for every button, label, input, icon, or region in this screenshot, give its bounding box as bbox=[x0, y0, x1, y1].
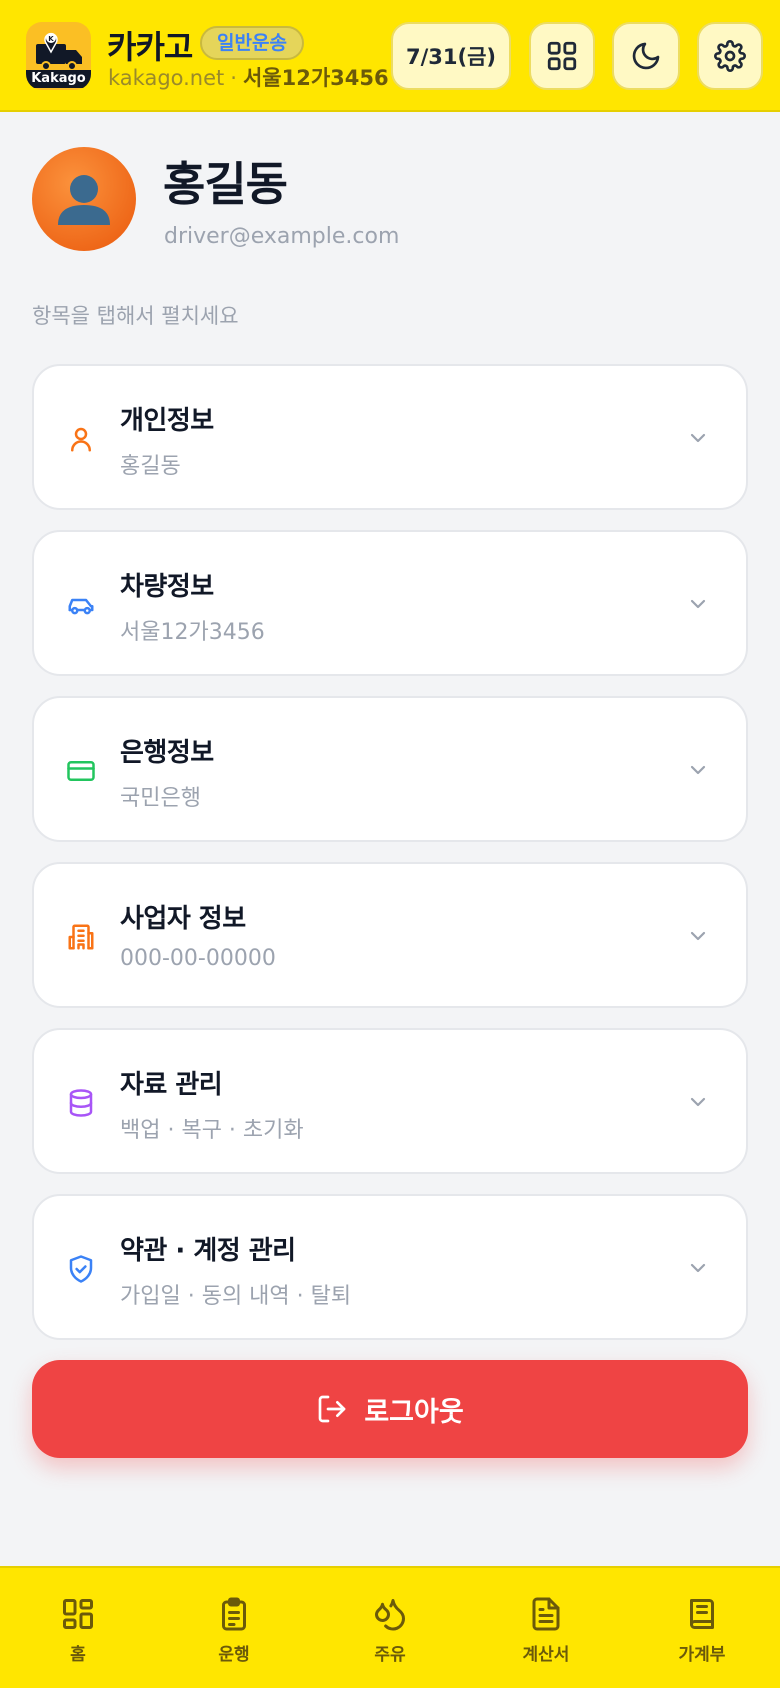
nav-home[interactable]: 홈 bbox=[0, 1568, 156, 1688]
card-bank-info[interactable]: 은행정보 국민은행 bbox=[32, 696, 748, 842]
plate-number: 서울12가3456 bbox=[242, 66, 389, 90]
card-title: 차량정보 bbox=[120, 572, 214, 602]
nav-ledger[interactable]: 가계부 bbox=[624, 1568, 780, 1688]
card-subtitle: 서울12가3456 bbox=[120, 620, 265, 645]
chevron-down-icon bbox=[690, 765, 706, 775]
card-title: 개인정보 bbox=[120, 406, 214, 436]
nav-label: 주유 bbox=[374, 1645, 406, 1665]
card-terms-account[interactable]: 약관 · 계정 관리 가입일 · 동의 내역 · 탈퇴 bbox=[32, 1194, 748, 1340]
nav-label: 가계부 bbox=[678, 1645, 726, 1665]
card-title: 은행정보 bbox=[120, 738, 214, 768]
logout-icon bbox=[318, 1395, 346, 1423]
avatar[interactable] bbox=[32, 147, 136, 251]
chevron-down-icon bbox=[690, 1263, 706, 1273]
app-header: K Kakago 카카고 일반운송 kakago.net · 서울12가3456 7… bbox=[0, 0, 780, 112]
card-subtitle: 000-00-00000 bbox=[120, 946, 276, 971]
file-text-icon bbox=[532, 1597, 560, 1631]
nav-label: 운행 bbox=[218, 1645, 250, 1665]
clipboard-icon bbox=[222, 1597, 246, 1631]
nav-label: 계산서 bbox=[522, 1645, 570, 1665]
droplets-icon bbox=[375, 1599, 405, 1631]
bottom-nav: 홈 운행 주유 계산서 가계부 bbox=[0, 1566, 780, 1688]
grid-icon bbox=[547, 41, 577, 71]
nav-fuel[interactable]: 주유 bbox=[312, 1568, 468, 1688]
profile-name: 홍길동 bbox=[163, 157, 288, 211]
header-subline: kakago.net · 서울12가3456 bbox=[108, 62, 389, 92]
moon-icon bbox=[632, 42, 660, 70]
app-logo[interactable]: K Kakago bbox=[26, 22, 91, 90]
card-vehicle-info[interactable]: 차량정보 서울12가3456 bbox=[32, 530, 748, 676]
credit-card-icon bbox=[67, 761, 95, 781]
service-type-badge: 일반운송 bbox=[200, 26, 304, 60]
card-business-info[interactable]: 사업자 정보 000-00-00000 bbox=[32, 862, 748, 1008]
database-icon bbox=[69, 1089, 93, 1117]
building-icon bbox=[68, 924, 94, 950]
dashboard-icon bbox=[63, 1599, 93, 1629]
card-subtitle: 홍길동 bbox=[120, 454, 181, 479]
person-icon bbox=[71, 427, 91, 452]
card-subtitle: 국민은행 bbox=[120, 786, 201, 811]
logout-button[interactable]: 로그아웃 bbox=[32, 1360, 748, 1458]
separator-dot: · bbox=[230, 66, 237, 90]
car-icon bbox=[68, 598, 94, 615]
expand-hint: 항목을 탭해서 펼치세요 bbox=[32, 304, 239, 328]
user-silhouette-icon bbox=[58, 175, 110, 225]
chevron-down-icon bbox=[690, 931, 706, 941]
nav-trips[interactable]: 운행 bbox=[156, 1568, 312, 1688]
date-button[interactable]: 7/31(금) bbox=[391, 22, 511, 90]
chevron-down-icon bbox=[690, 1097, 706, 1107]
card-subtitle: 백업 · 복구 · 초기화 bbox=[120, 1118, 304, 1143]
card-subtitle: 가입일 · 동의 내역 · 탈퇴 bbox=[120, 1284, 352, 1309]
settings-button[interactable] bbox=[697, 22, 763, 90]
gear-icon bbox=[714, 40, 746, 72]
card-title: 자료 관리 bbox=[120, 1070, 223, 1100]
book-icon bbox=[690, 1599, 714, 1629]
dark-mode-button[interactable] bbox=[612, 22, 680, 90]
card-title: 약관 · 계정 관리 bbox=[120, 1236, 296, 1266]
grid-menu-button[interactable] bbox=[529, 22, 595, 90]
profile-email: driver@example.com bbox=[164, 224, 400, 249]
domain-text: kakago.net bbox=[108, 66, 225, 90]
logo-text: Kakago bbox=[26, 70, 91, 88]
card-data-management[interactable]: 자료 관리 백업 · 복구 · 초기화 bbox=[32, 1028, 748, 1174]
chevron-down-icon bbox=[690, 599, 706, 609]
card-title: 사업자 정보 bbox=[120, 904, 246, 934]
svg-text:K: K bbox=[48, 35, 54, 43]
card-personal-info[interactable]: 개인정보 홍길동 bbox=[32, 364, 748, 510]
nav-invoice[interactable]: 계산서 bbox=[468, 1568, 624, 1688]
logout-label: 로그아웃 bbox=[364, 1396, 464, 1428]
nav-label: 홈 bbox=[70, 1645, 86, 1665]
chevron-down-icon bbox=[690, 433, 706, 443]
shield-check-icon bbox=[69, 1255, 93, 1283]
